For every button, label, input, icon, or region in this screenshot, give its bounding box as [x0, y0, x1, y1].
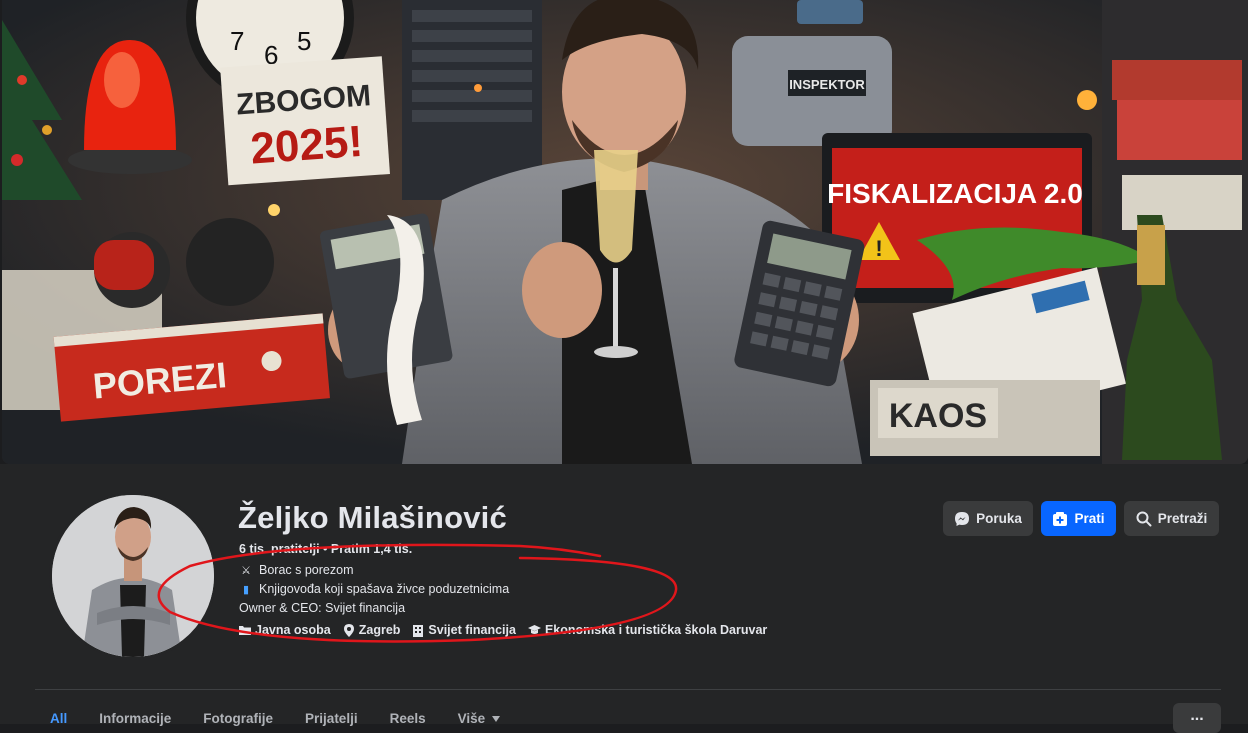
bio-text: Borac s porezom — [259, 563, 354, 577]
clock-number: 7 — [230, 26, 244, 56]
bio-line: ⚔ Borac s porezom — [239, 563, 353, 577]
folder-icon — [239, 626, 251, 635]
swords-icon: ⚔ — [241, 565, 251, 577]
follow-icon — [1053, 511, 1068, 526]
detail-text[interactable]: Svijet financija — [428, 623, 516, 637]
search-icon — [1136, 511, 1152, 526]
cover-screen-label: FISKALIZACIJA 2.0 — [827, 178, 1083, 209]
building-icon — [413, 624, 424, 637]
bio-line: ▮ Knjigovođa koji spašava živce poduzetni… — [239, 582, 509, 596]
cover-sign-line2: 2025! — [249, 117, 365, 174]
bio-text: Knjigovođa koji spašava živce poduzetnic… — [259, 582, 510, 596]
search-button-label: Pretraži — [1157, 511, 1208, 526]
cover-robot-label: INSPEKTOR — [789, 77, 865, 92]
bio-line: Owner & CEO: Svijet financija — [239, 601, 405, 615]
detail-text: Javna osoba — [255, 623, 331, 637]
avatar-image — [52, 495, 214, 657]
location-pin-icon — [343, 623, 354, 637]
cover-drawer-label: KAOS — [889, 397, 987, 435]
cover-photo[interactable]: 7 6 5 ZBOGOM 2025! POREZI INSPEKTOR FISK… — [2, 0, 1248, 464]
follow-button[interactable]: Prati — [1041, 501, 1116, 536]
detail-education: Ekonomska i turistička škola Daruvar — [527, 623, 767, 637]
detail-text[interactable]: Ekonomska i turistička škola Daruvar — [545, 623, 767, 637]
follow-button-label: Prati — [1074, 511, 1105, 526]
search-button[interactable]: Pretraži — [1124, 501, 1219, 536]
clock-number: 5 — [297, 26, 311, 56]
detail-text[interactable]: Zagreb — [359, 623, 401, 637]
profile-stats[interactable]: 6 tis. pratitelji • Pratim 1,4 tis. — [239, 542, 412, 556]
detail-work: Svijet financija — [412, 623, 516, 637]
detail-location: Zagreb — [343, 623, 401, 637]
bar-chart-icon: ▮ — [242, 584, 250, 596]
message-button[interactable]: Poruka — [943, 501, 1033, 536]
profile-avatar[interactable] — [49, 492, 217, 660]
graduation-cap-icon — [527, 625, 541, 634]
cover-illustration: 7 6 5 ZBOGOM 2025! POREZI INSPEKTOR FISK… — [2, 0, 1248, 464]
bio-text: Owner & CEO: Svijet financija — [239, 601, 406, 615]
svg-text:!: ! — [875, 236, 882, 261]
profile-name: Željko Milašinović — [238, 500, 507, 535]
profile-details: Javna osoba Zagreb Svijet financija Ekon… — [239, 623, 767, 637]
message-button-label: Poruka — [976, 511, 1022, 526]
more-options-button[interactable]: ... — [1173, 703, 1221, 733]
chevron-down-icon — [492, 715, 501, 722]
detail-category: Javna osoba — [239, 623, 331, 637]
messenger-icon — [955, 511, 970, 526]
section-divider — [35, 689, 1221, 690]
